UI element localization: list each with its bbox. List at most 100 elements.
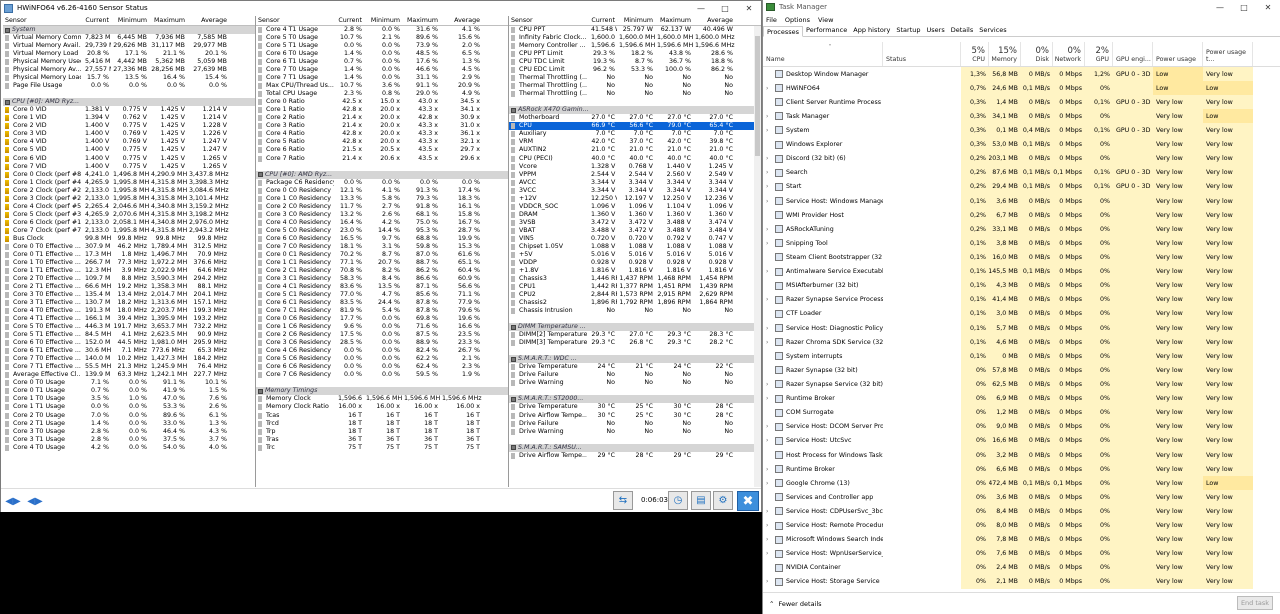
expand-chevron-icon[interactable]: › — [766, 325, 772, 332]
process-row[interactable]: Client Server Runtime Process 0,3% 1,4 MB 0… — [763, 95, 1280, 110]
sensor-row[interactable]: Chipset 1.05V 1.088 V 1.088 V 1.088 V 1.088 … — [509, 243, 761, 251]
sensor-row[interactable]: Core 4 T0 Effective ...191.3 MHz18.0 MHz… — [3, 307, 255, 315]
sensor-row[interactable]: Total CPU Usage 2.3 % 0.8 % 29.0 % 4.9 % — [256, 90, 508, 98]
process-row[interactable]: Razer Synapse (32 bit) 0% 57,8 MB 0 MB/s 0 M… — [763, 363, 1280, 378]
sensor-row[interactable]: Core 4 C1 Residency 83.6 % 13.5 % 87.1 % 56.… — [256, 283, 508, 291]
sensor-row[interactable]: Core 2 C1 Residency 70.8 % 8.2 % 86.2 % 60.4… — [256, 267, 508, 275]
sensor-row[interactable]: Core 6 C0 Residency 16.5 % 9.7 % 68.8 % 19.9… — [256, 235, 508, 243]
sensor-row[interactable]: CPU TDC Limit 19.3 % 8.7 % 36.7 % 18.8 % — [509, 58, 761, 66]
expand-chevron-icon[interactable]: › — [766, 113, 772, 120]
sensor-row[interactable]: Core 0 C0 Residency 12.1 % 4.1 % 91.3 % 17.4… — [256, 187, 508, 195]
sensor-row[interactable]: Core 4 C0 Residency 16.4 % 4.2 % 75.0 % 16.7… — [256, 219, 508, 227]
sensor-row[interactable]: Infinity Fabric Clock...1,600.0 MHz1,600… — [509, 34, 761, 42]
tab-processes[interactable]: Processes — [763, 26, 804, 37]
sensor-row[interactable]: CPU EDC Limit 96.2 % 53.3 % 100.0 % 86.2 % — [509, 66, 761, 74]
sensor-row[interactable]: Core 1 T0 Effective ...266.7 MHz77.3 MHz… — [3, 259, 255, 267]
sensor-row[interactable]: Core 0 Clock (perf #8)4,241.0 MHz1,496.8… — [3, 171, 255, 179]
process-row[interactable]: › Antimalware Service Executable 0,1% 145,5… — [763, 264, 1280, 279]
sensor-row[interactable]: Core 3 Ratio 21.4 x 20.0 x 43.3 x 31.0 x — [256, 122, 508, 130]
col-cpu[interactable]: 5% CPU — [961, 42, 989, 66]
sensor-row[interactable]: Drive Airflow Tempe... 29 °C 28 °C 29 °C 29 … — [509, 452, 761, 460]
sensor-row[interactable]: Auxiliary 7.0 °C 7.0 °C 7.0 °C 7.0 °C — [509, 130, 761, 138]
sensor-row[interactable]: Core 5 T1 Effective ...84.5 MHz4.1 MHz2,… — [3, 331, 255, 339]
sensor-row[interactable]: Chassis Intrusion No No No No — [509, 307, 761, 315]
process-row[interactable]: › Runtime Broker 0% 6,6 MB 0 MB/s 0 Mbps 0% Ver… — [763, 462, 1280, 477]
sensor-group-header[interactable]: S.M.A.R.T.: ST2000... — [509, 395, 761, 404]
sensor-row[interactable]: Core 6 T0 Effective ...152.0 MHz44.5 MHz… — [3, 339, 255, 347]
process-row[interactable]: › Microsoft Windows Search Inde... 0% 7,8 M… — [763, 532, 1280, 547]
sensor-row[interactable]: Core 1 T1 Effective ...12.3 MHz3.9 MHz2,… — [3, 267, 255, 275]
sensor-row[interactable]: Core 3 T1 Usage 2.8 % 0.0 % 37.5 % 3.7 % — [3, 436, 255, 444]
sensor-row[interactable]: Bus Clock99.8 MHz99.8 MHz99.8 MHz99.8 MH… — [3, 235, 255, 243]
sensor-row[interactable]: DIMM[3] Temperature 29.3 °C 26.8 °C 29.3 °C… — [509, 339, 761, 347]
expand-chevron-icon[interactable]: › — [766, 395, 772, 402]
sensor-row[interactable]: Core 2 Ratio 21.4 x 20.0 x 42.8 x 30.9 x — [256, 114, 508, 122]
expand-chevron-icon[interactable]: › — [766, 155, 772, 162]
header-sensor[interactable]: Sensor — [3, 17, 83, 24]
process-row[interactable]: ›Razer Chroma SDK Service (32 bit)0,1%4,… — [763, 335, 1280, 350]
expand-chevron-icon[interactable]: › — [766, 198, 772, 205]
sensor-row[interactable]: Max CPU/Thread Us... 10.7 % 3.6 % 91.1 % 20.… — [256, 82, 508, 90]
sensor-row[interactable]: +12V 12.250 V 12.197 V 12.250 V 12.236 V — [509, 195, 761, 203]
sensor-row[interactable]: Core 4 VID 1.400 V 0.769 V 1.425 V 1.247 V — [3, 138, 255, 146]
sensor-row[interactable]: Core 4 Ratio 42.8 x 20.0 x 43.3 x 36.1 x — [256, 130, 508, 138]
sensor-row[interactable]: Core 0 Ratio 42.5 x 15.0 x 43.0 x 34.5 x — [256, 98, 508, 106]
sensor-row[interactable]: Core 6 T0 Usage 1.4 % 0.0 % 48.5 % 6.5 % — [256, 50, 508, 58]
sensor-row[interactable]: Core 4 Clock (perf #5)2,265.4 MHz2,046.6… — [3, 203, 255, 211]
col-memory[interactable]: 15% Memory — [989, 42, 1021, 66]
sensor-row[interactable]: Core 3 T1 Effective ...130.7 MHz18.2 MHz… — [3, 299, 255, 307]
expand-chevron-icon[interactable]: › — [766, 578, 772, 585]
process-row[interactable]: NVIDIA Container 0% 2,4 MB 0 MB/s 0 Mbps 0% Ve… — [763, 560, 1280, 575]
sensor-group-header[interactable]: CPU [#0]: AMD Ryz... — [256, 170, 508, 179]
sensor-row[interactable]: Memory Clock Ratio 16.00 x 16.00 x 16.00 x1… — [256, 403, 508, 411]
sensor-row[interactable]: Core 0 C1 Residency 70.2 % 8.7 % 87.0 % 61.6… — [256, 251, 508, 259]
process-row[interactable]: Services and Controller app 0% 3,6 MB 0 MB/… — [763, 490, 1280, 505]
menu-options[interactable]: Options — [785, 16, 810, 24]
sensor-group-header[interactable]: S.M.A.R.T.: WDC ... — [509, 355, 761, 364]
sensor-pane-2[interactable]: Sensor Current Minimum Maximum Average Core 4… — [256, 16, 509, 487]
sensor-row[interactable]: AUXTIN2 21.0 °C 21.0 °C 21.0 °C 21.0 °C — [509, 146, 761, 154]
process-row[interactable]: › Service Host: Storage Service 0% 2,1 MB 0 … — [763, 574, 1280, 590]
tab-startup[interactable]: Startup — [893, 25, 923, 36]
sensor-row[interactable]: Trcd 18 T 18 T 18 T 18 T — [256, 420, 508, 428]
report-icon[interactable]: ▤ — [691, 491, 711, 510]
sensor-row[interactable]: Core 2 C0 Residency 11.7 % 2.7 % 91.8 % 16.1… — [256, 203, 508, 211]
close-sensors-button[interactable]: ✖ — [737, 491, 759, 511]
tab-services[interactable]: Services — [976, 25, 1009, 36]
sensor-row[interactable]: Drive Failure No No No No — [509, 420, 761, 428]
process-row[interactable]: › Service Host: UtcSvc 0% 16,6 MB 0 MB/s 0 Mb… — [763, 433, 1280, 448]
sensor-group-header[interactable]: CPU [#0]: AMD Ryz... — [3, 98, 255, 107]
minimize-icon[interactable]: — — [1208, 0, 1232, 14]
process-row[interactable]: Desktop Window Manager 1,3% 56,8 MB 0 MB/s 0… — [763, 67, 1280, 82]
sensor-row[interactable]: Core 1 T0 Usage 3.5 % 1.0 % 47.0 % 7.6 % — [3, 395, 255, 403]
header-maximum[interactable]: Maximum — [402, 17, 440, 24]
sensor-row[interactable]: Core 0 T0 Usage 7.1 % 0.0 % 91.1 % 10.1 % — [3, 379, 255, 387]
sensor-row[interactable]: Core 3 C6 Residency 28.5 % 0.0 % 88.9 % 23.3… — [256, 339, 508, 347]
tab-performance[interactable]: Performance — [803, 25, 850, 36]
process-row[interactable]: › Razer Synapse Service (32 bit) 0% 62,5 MB… — [763, 377, 1280, 392]
process-row[interactable]: ›Service Host: WpnUserService_3...0%7,6 … — [763, 546, 1280, 561]
sensor-row[interactable]: Tcas 16 T 16 T 16 T 16 T — [256, 412, 508, 420]
process-row[interactable]: › Service Host: Diagnostic Policy ... 0,1%… — [763, 320, 1280, 336]
sensor-group-header[interactable]: S.M.A.R.T.: SAMSU... — [509, 443, 761, 452]
col-status[interactable]: Status — [883, 42, 961, 66]
sensor-row[interactable]: Core 1 Ratio 42.8 x 20.0 x 43.3 x 34.1 x — [256, 106, 508, 114]
expand-chevron-icon[interactable]: › — [766, 381, 772, 388]
close-icon[interactable]: ✕ — [1256, 0, 1280, 14]
sensor-row[interactable]: Drive Airflow Tempe... 30 °C 25 °C 30 °C 28 … — [509, 412, 761, 420]
sensor-row[interactable]: Core 3 T0 Usage 2.8 % 0.0 % 46.4 % 4.3 % — [3, 428, 255, 436]
sensor-row[interactable]: Core 6 T1 Usage 0.7 % 0.0 % 17.6 % 1.3 % — [256, 58, 508, 66]
sensor-row[interactable]: +1.8V 1.816 V 1.816 V 1.816 V 1.816 V — [509, 267, 761, 275]
sensor-row[interactable]: Package C6 Residency 0.0 % 0.0 % 0.0 % 0.0 % — [256, 179, 508, 187]
sensor-row[interactable]: Core 2 T0 Effective ...109.7 MHz8.8 MHz3… — [3, 275, 255, 283]
sensor-row[interactable]: Core 7 T1 Usage 1.4 % 0.0 % 31.1 % 2.9 % — [256, 74, 508, 82]
sensor-row[interactable]: CPU PPT41.548 W25.797 W62.137 W40.496 W — [509, 26, 761, 34]
sensor-row[interactable]: Chassis21,896 RPM1,792 RPM1,896 RPM1,864… — [509, 299, 761, 307]
sensor-row[interactable]: Core 1 C0 Residency 13.3 % 5.8 % 79.3 % 18.3… — [256, 195, 508, 203]
sensor-column-header[interactable]: Sensor Current Minimum Maximum Average — [256, 16, 508, 26]
sensor-row[interactable]: Core 6 VID 1.400 V 0.775 V 1.425 V 1.265 V — [3, 155, 255, 163]
process-row[interactable]: Windows Explorer 0,3% 53,0 MB 0,1 MB/s 0 Mbp… — [763, 137, 1280, 152]
sensor-row[interactable]: Core 1 C1 Residency 77.1 % 20.7 % 88.7 % 65.… — [256, 259, 508, 267]
process-row[interactable]: › Start 0,2% 29,4 MB 0,1 MB/s 0 Mbps 0,1% GPU 0… — [763, 179, 1280, 194]
process-row[interactable]: › Service Host: DCOM Server Proc... 0% 9,0 … — [763, 419, 1280, 434]
